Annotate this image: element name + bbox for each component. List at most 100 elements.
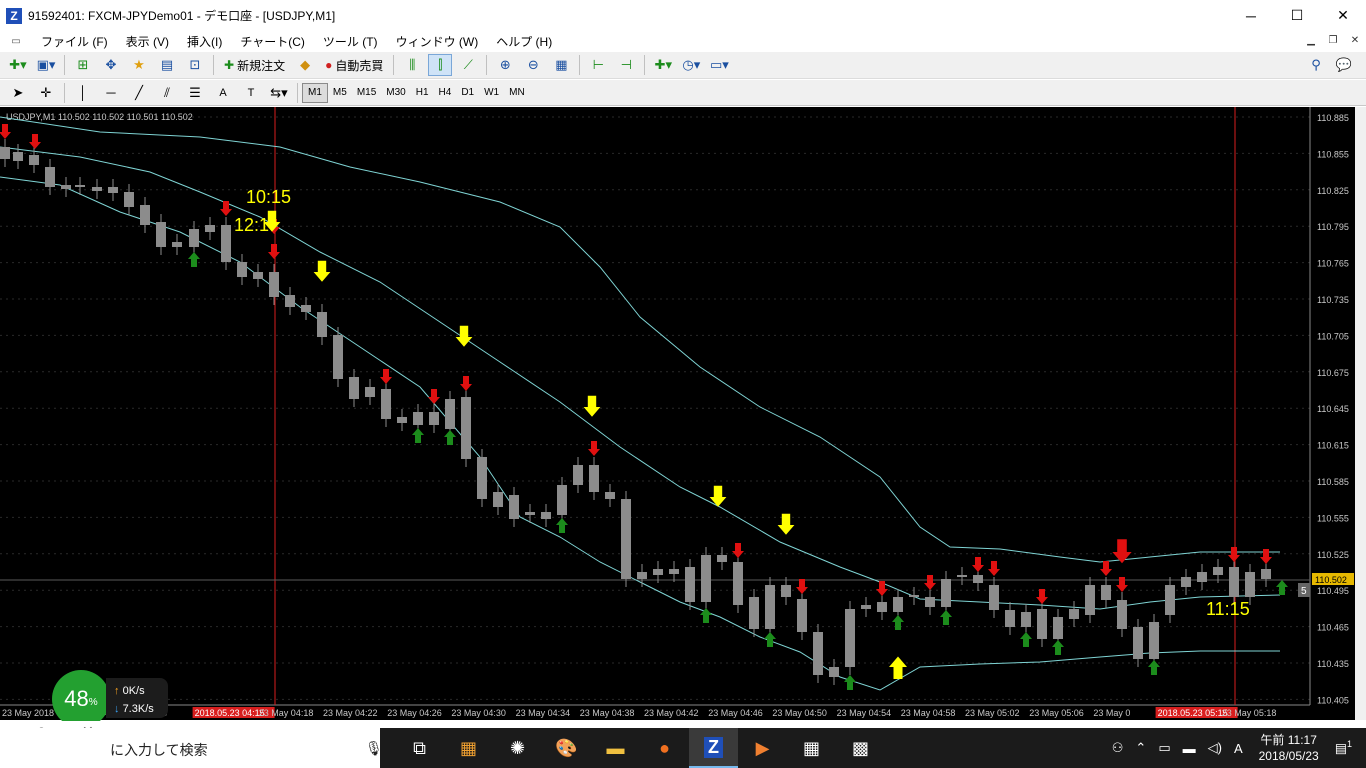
tile-windows-button[interactable]: ▦: [549, 54, 573, 76]
new-order-button[interactable]: ✚ 新規注文: [220, 54, 289, 76]
chart-canvas[interactable]: 110.885 110.855 110.825 110.795 110.765 110.7…: [0, 107, 1355, 720]
timeframe-h4[interactable]: H4: [434, 83, 457, 103]
paint-button[interactable]: 🎨: [542, 728, 591, 768]
chart-menu-icon[interactable]: ▭: [4, 30, 28, 52]
mdi-close-icon[interactable]: ✕: [1344, 31, 1366, 51]
folder-icon: ▬: [606, 737, 625, 758]
timeframe-m5[interactable]: M5: [328, 83, 352, 103]
favorites-button[interactable]: ★: [127, 54, 151, 76]
crosshair-button[interactable]: ✛: [34, 82, 58, 104]
down-arrow-icon: [588, 441, 600, 456]
y-tick-label: 110.585: [1317, 477, 1349, 487]
auto-trade-button[interactable]: ● 自動売買: [321, 54, 387, 76]
timeframe-d1[interactable]: D1: [456, 83, 479, 103]
down-arrow-icon: [1228, 547, 1240, 562]
up-arrow-icon: [444, 430, 456, 445]
explorer-button[interactable]: ▬: [591, 728, 640, 768]
horizontal-line-button[interactable]: ─: [99, 82, 123, 104]
chat-button[interactable]: 💬: [1332, 54, 1356, 76]
text-label-button[interactable]: T: [239, 82, 263, 104]
new-order-icon: ✚: [224, 58, 235, 72]
auto-scroll-button[interactable]: ⊢: [586, 54, 610, 76]
metaeditor-button[interactable]: ◆: [293, 54, 317, 76]
right-marker: 5: [1301, 586, 1307, 597]
templates-button[interactable]: ▭▾: [707, 54, 731, 76]
arrows-button[interactable]: ⇆▾: [267, 82, 291, 104]
firefox-button[interactable]: ●: [640, 728, 689, 768]
chart-shift-button[interactable]: ⊣: [614, 54, 638, 76]
people-icon[interactable]: ⚇: [1112, 740, 1124, 756]
market-watch-button[interactable]: ⊞: [71, 54, 95, 76]
vertical-scrollbar[interactable]: [1355, 107, 1366, 720]
system-tray: ⚇ ⌃ ▭ ▬ ◁) A 午前 11:17 2018/05/23 ▤1: [1106, 728, 1366, 768]
profiles-button[interactable]: ▣▾: [34, 54, 58, 76]
zoom-in-button[interactable]: ⊕: [493, 54, 517, 76]
timeframe-m15[interactable]: M15: [352, 83, 381, 103]
down-arrow-icon: [380, 369, 392, 384]
notification-icon[interactable]: ▤1: [1335, 739, 1352, 756]
network-icon[interactable]: ▭: [1158, 740, 1170, 756]
vertical-line-button[interactable]: │: [71, 82, 95, 104]
menu-help[interactable]: ヘルプ (H): [487, 33, 561, 50]
upload-unit: K/s: [128, 685, 145, 697]
menu-view[interactable]: 表示 (V): [117, 33, 178, 50]
close-button[interactable]: ✕: [1320, 0, 1366, 31]
menu-insert[interactable]: 挿入(I): [178, 33, 231, 50]
navigator-button[interactable]: ✥: [99, 54, 123, 76]
menu-chart[interactable]: チャート(C): [231, 33, 314, 50]
terminal-button[interactable]: ▤: [155, 54, 179, 76]
new-chart-button[interactable]: ✚▾: [6, 54, 30, 76]
candle-chart-button[interactable]: ⫿: [428, 54, 453, 76]
menu-window[interactable]: ウィンドウ (W): [387, 33, 488, 50]
taskbar-search[interactable]: に入力して検索 🎙: [0, 728, 383, 768]
task-view-button[interactable]: ⧉: [395, 728, 444, 768]
tester-button[interactable]: ⊡: [183, 54, 207, 76]
fibonacci-button[interactable]: ☰: [183, 82, 207, 104]
candle-body: [92, 187, 102, 191]
indicators-button[interactable]: ✚▾: [651, 54, 675, 76]
y-tick-label: 110.495: [1317, 586, 1349, 596]
cursor-button[interactable]: ➤: [6, 82, 30, 104]
weather-button[interactable]: ✺: [493, 728, 542, 768]
battery-icon[interactable]: ▬: [1183, 741, 1196, 756]
text-button[interactable]: A: [211, 82, 235, 104]
price-chart[interactable]: 110.885 110.855 110.825 110.795 110.765 110.7…: [0, 107, 1355, 720]
mdi-minimize-icon[interactable]: ▁: [1300, 31, 1322, 51]
timeframe-mn[interactable]: MN: [504, 83, 530, 103]
candle-body: [829, 667, 839, 677]
down-arrow-icon: [732, 543, 744, 558]
channel-button[interactable]: ⫽: [155, 82, 179, 104]
calculator-button[interactable]: ▩: [836, 728, 885, 768]
timeframe-m30[interactable]: M30: [381, 83, 410, 103]
trendline-button[interactable]: ╱: [127, 82, 151, 104]
taskbar-apps: ⧉ ▦ ✺ 🎨 ▬ ● Z ▶ ▦ ▩: [395, 728, 885, 768]
periods-button[interactable]: ◷▾: [679, 54, 703, 76]
candle-body: [957, 575, 967, 577]
zoom-out-button[interactable]: ⊖: [521, 54, 545, 76]
mdi-restore-icon[interactable]: ❐: [1322, 31, 1344, 51]
minimize-button[interactable]: ─: [1228, 0, 1274, 31]
menu-file[interactable]: ファイル (F): [32, 33, 117, 50]
ime-indicator[interactable]: A: [1234, 741, 1243, 756]
timeframe-m1[interactable]: M1: [302, 82, 328, 103]
candle-body: [1213, 567, 1223, 575]
timeframe-h1[interactable]: H1: [411, 83, 434, 103]
bar-chart-button[interactable]: ⫼: [400, 54, 424, 76]
x-tick-label: 23 May 04:30: [451, 708, 506, 718]
microphone-icon[interactable]: 🎙: [365, 740, 383, 757]
line-chart-button[interactable]: ⟋: [456, 54, 480, 76]
network-speed-gauge[interactable]: 48%: [52, 670, 110, 728]
candle-body: [461, 397, 471, 459]
search-button[interactable]: ⚲: [1304, 54, 1328, 76]
media-player-button[interactable]: ▶: [738, 728, 787, 768]
maximize-button[interactable]: ☐: [1274, 0, 1320, 31]
menu-tools[interactable]: ツール (T): [314, 33, 387, 50]
candle-body: [973, 575, 983, 583]
store-button[interactable]: ▦: [444, 728, 493, 768]
clock[interactable]: 午前 11:17 2018/05/23: [1259, 732, 1319, 764]
calendar-button[interactable]: ▦: [787, 728, 836, 768]
timeframe-w1[interactable]: W1: [479, 83, 504, 103]
chevron-up-icon[interactable]: ⌃: [1135, 740, 1146, 756]
mt4-button[interactable]: Z: [689, 728, 738, 768]
volume-icon[interactable]: ◁): [1208, 740, 1222, 756]
